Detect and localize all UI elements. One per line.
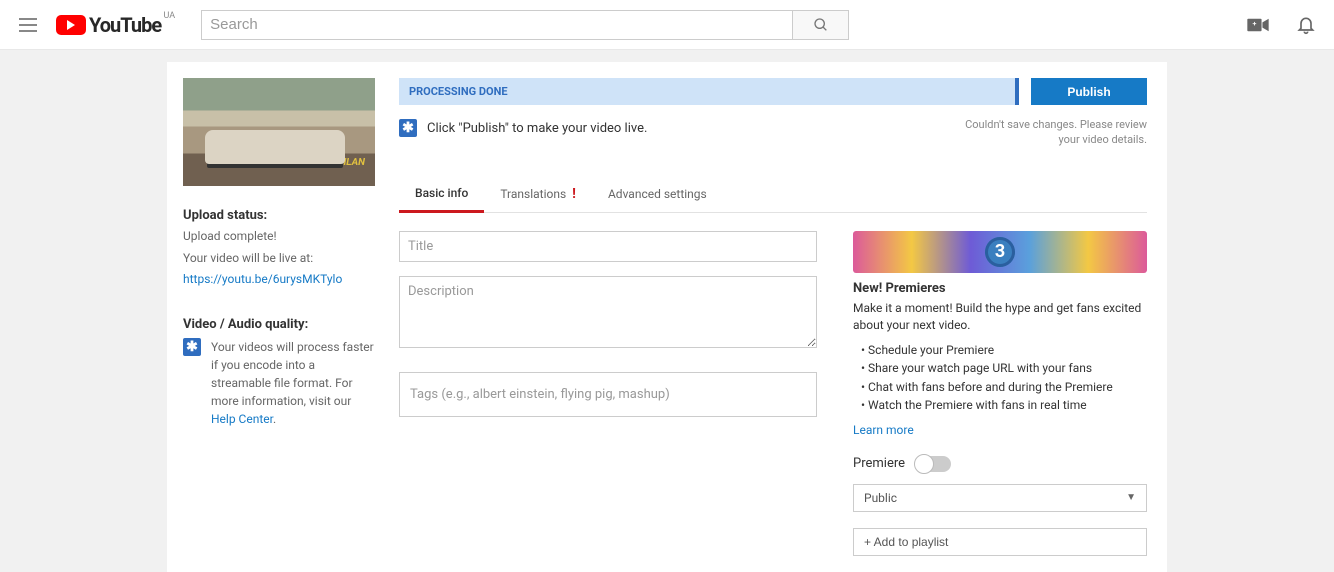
list-item: Schedule your Premiere xyxy=(861,341,1147,360)
publish-hint-text: Click "Publish" to make your video live. xyxy=(427,121,647,136)
publish-button[interactable]: Publish xyxy=(1031,78,1147,105)
premiere-toggle[interactable] xyxy=(915,456,951,472)
chevron-down-icon: ▼ xyxy=(1126,492,1136,503)
upload-card: @HAMEDGILAN Upload status: Upload comple… xyxy=(167,62,1167,572)
learn-more-link[interactable]: Learn more xyxy=(853,423,914,437)
video-thumbnail[interactable]: @HAMEDGILAN xyxy=(183,78,375,186)
list-item: Watch the Premiere with fans in real tim… xyxy=(861,396,1147,415)
add-to-playlist-button[interactable]: + Add to playlist xyxy=(853,528,1147,556)
help-center-link[interactable]: Help Center xyxy=(211,412,273,426)
page: @HAMEDGILAN Upload status: Upload comple… xyxy=(0,50,1334,572)
video-url-link[interactable]: https://youtu.be/6urysMKTylo xyxy=(183,272,342,286)
upload-status-heading: Upload status: xyxy=(183,208,375,223)
quality-text: Your videos will process faster if you e… xyxy=(211,338,375,428)
form-right: 3 New! Premieres Make it a moment! Build… xyxy=(853,231,1147,556)
premieres-body: Make it a moment! Build the hype and get… xyxy=(853,300,1147,335)
visibility-value: Public xyxy=(864,491,897,505)
tabs: Basic info Translations ! Advanced setti… xyxy=(399,176,1147,213)
form-area: Tags (e.g., albert einstein, flying pig,… xyxy=(399,231,1147,556)
notifications-icon[interactable] xyxy=(1294,13,1318,37)
info-badge-icon: ✱ xyxy=(399,119,417,137)
upload-status-value: Upload complete! xyxy=(183,228,375,245)
youtube-logo[interactable]: YouTube UA xyxy=(56,13,161,37)
quality-heading: Video / Audio quality: xyxy=(183,317,375,332)
live-at-label: Your video will be live at: xyxy=(183,250,375,267)
premiere-toggle-label: Premiere xyxy=(853,456,905,471)
hamburger-icon[interactable] xyxy=(16,13,40,37)
form-left: Tags (e.g., albert einstein, flying pig,… xyxy=(399,231,817,556)
description-input[interactable] xyxy=(399,276,817,348)
quality-body: Your videos will process faster if you e… xyxy=(211,340,374,408)
premieres-banner: 3 xyxy=(853,231,1147,273)
tags-input[interactable]: Tags (e.g., albert einstein, flying pig,… xyxy=(399,372,817,417)
visibility-select[interactable]: Public ▼ xyxy=(853,484,1147,512)
save-error-text: Couldn't save changes. Please review you… xyxy=(947,117,1147,148)
list-item: Chat with fans before and during the Pre… xyxy=(861,378,1147,397)
thumbnail-watermark: @HAMEDGILAN xyxy=(294,157,365,168)
play-icon xyxy=(56,15,86,35)
search-button[interactable] xyxy=(793,10,849,40)
create-video-icon[interactable] xyxy=(1246,13,1270,37)
title-input[interactable] xyxy=(399,231,817,262)
warning-icon: ! xyxy=(572,186,576,202)
search-icon xyxy=(813,17,829,33)
processing-status-bar: PROCESSING DONE xyxy=(399,78,1019,105)
list-item: Share your watch page URL with your fans xyxy=(861,359,1147,378)
quality-block: Video / Audio quality: ✱ Your videos wil… xyxy=(183,317,375,428)
publish-hint-row: ✱ Click "Publish" to make your video liv… xyxy=(399,119,647,137)
tab-translations-label: Translations xyxy=(500,187,566,201)
main-panel: PROCESSING DONE Publish ✱ Click "Publish… xyxy=(399,78,1147,556)
header: YouTube UA xyxy=(0,0,1334,50)
tab-basic-info[interactable]: Basic info xyxy=(399,176,484,213)
header-actions xyxy=(1246,13,1318,37)
logo-region: UA xyxy=(164,11,176,21)
tab-translations[interactable]: Translations ! xyxy=(484,176,592,212)
search-container xyxy=(201,10,849,40)
countdown-badge: 3 xyxy=(985,237,1015,267)
premieres-heading: New! Premieres xyxy=(853,281,1147,296)
left-panel: @HAMEDGILAN Upload status: Upload comple… xyxy=(183,78,375,556)
info-badge-icon: ✱ xyxy=(183,338,201,356)
search-input[interactable] xyxy=(201,10,793,40)
tab-advanced-settings[interactable]: Advanced settings xyxy=(592,176,723,212)
premieres-bullets: Schedule your Premiere Share your watch … xyxy=(861,341,1147,415)
logo-text: YouTube xyxy=(89,13,161,37)
